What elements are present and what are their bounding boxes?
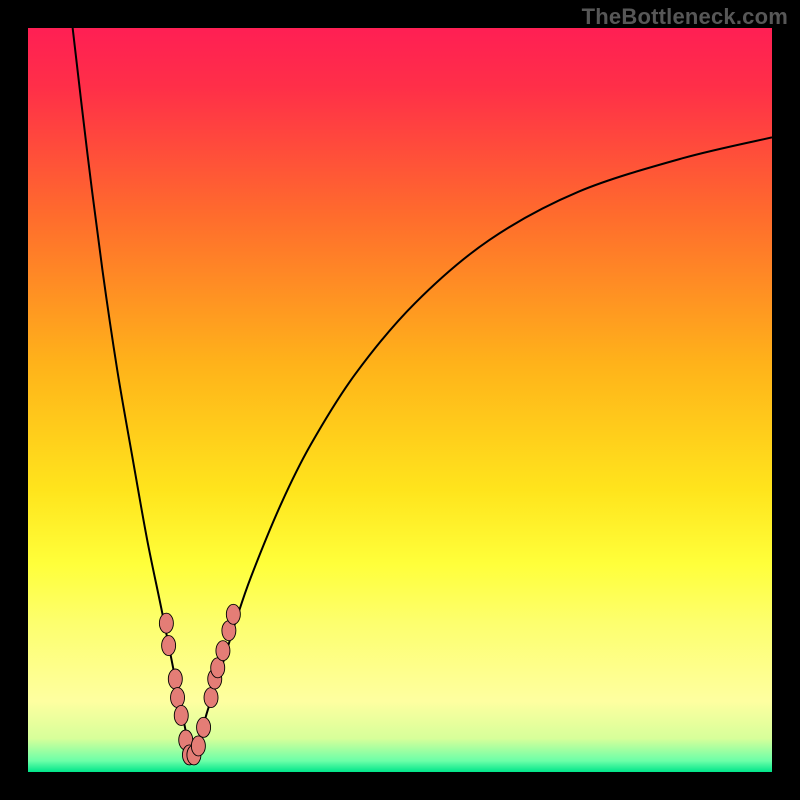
chart-viewport: TheBottleneck.com — [0, 0, 800, 800]
marker-point — [171, 688, 185, 708]
marker-point — [204, 688, 218, 708]
marker-point — [197, 717, 211, 737]
marker-point — [191, 736, 205, 756]
marker-point — [162, 636, 176, 656]
marker-point — [216, 641, 230, 661]
marker-point — [174, 705, 188, 725]
marker-point — [168, 669, 182, 689]
attribution-watermark: TheBottleneck.com — [582, 4, 788, 30]
marker-point — [159, 613, 173, 633]
chart-svg — [0, 0, 800, 800]
plot-background — [28, 28, 772, 772]
marker-point — [226, 604, 240, 624]
